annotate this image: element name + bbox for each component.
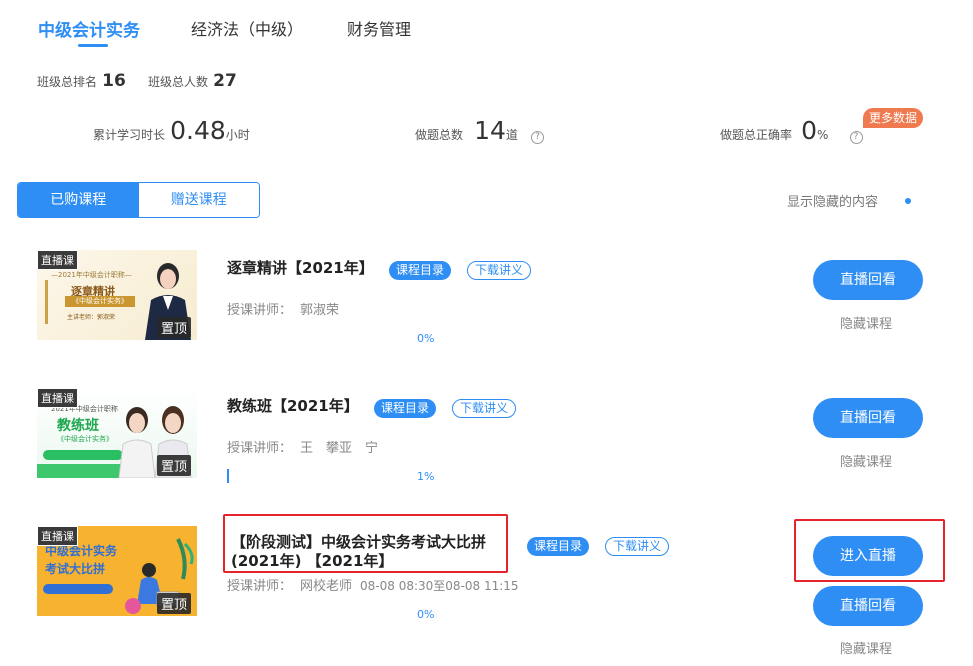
live-course-tag: 直播课 [37, 388, 78, 408]
class-size: 班级总人数 27 [148, 71, 237, 91]
show-hidden-content-label: 显示隐藏的内容 [787, 195, 879, 210]
course-title[interactable]: 【阶段测试】中级会计实务考试大比拼 (2021年) 【2021年】 [231, 533, 486, 571]
teacher-name: 网校老师 [300, 579, 353, 594]
more-data-button[interactable]: 更多数据 [863, 108, 923, 128]
live-replay-button[interactable]: 直播回看 [813, 398, 923, 438]
thumbnail-subtitle: —2021年中级会计职称— [51, 271, 132, 279]
download-handout-button[interactable]: 下载讲义 [605, 537, 670, 556]
thumbnail-subtitle: 考试大比拼 [45, 562, 106, 576]
thumbnail-title: 教练班 [57, 418, 99, 434]
thumbnail-subject: 《中级会计实务》 [57, 435, 113, 443]
course-teacher: 授课讲师： 郭淑荣 [227, 299, 339, 318]
question-count-unit: 道 [505, 128, 518, 142]
live-course-tag: 直播课 [37, 526, 78, 546]
course-title[interactable]: 教练班【2021年】 [227, 395, 359, 416]
tab-financial-management[interactable]: 财务管理 [347, 16, 411, 40]
thumbnail-banner [43, 450, 123, 460]
show-hidden-toggle[interactable] [905, 198, 911, 204]
thumbnail-decor [45, 280, 48, 324]
gifted-courses-tab[interactable]: 赠送课程 [138, 183, 259, 217]
live-time: 08-08 08:30至08-08 11:15 [360, 579, 519, 593]
question-count-value: 14 [474, 116, 506, 145]
question-count-stat: 做题总数 14道 ? [415, 116, 545, 145]
class-rank-label: 班级总排名 [37, 75, 98, 89]
download-handout-button[interactable]: 下载讲义 [452, 399, 517, 418]
class-size-label: 班级总人数 [148, 75, 209, 89]
course-teacher: 授课讲师： 王 攀亚 宁 [227, 437, 378, 456]
tab-intermediate-accounting[interactable]: 中级会计实务 [38, 16, 140, 41]
live-replay-button[interactable]: 直播回看 [813, 586, 923, 626]
thumbnail-teacher: 主讲老师：郭淑荣 [67, 314, 116, 321]
class-rank: 班级总排名 16 [37, 71, 126, 91]
progress-bar-fill [227, 469, 229, 483]
tab-economic-law[interactable]: 经济法（中级） [191, 16, 303, 40]
course-title-line1: 【阶段测试】中级会计实务考试大比拼 [231, 533, 487, 551]
hide-course-link[interactable]: 隐藏课程 [840, 638, 892, 657]
course-progress-percent: 0% [417, 608, 435, 621]
course-thumbnail[interactable]: —2021年中级会计职称— 逐章精讲 《中级会计实务》 主讲老师：郭淑荣 直播课… [37, 250, 197, 340]
course-title[interactable]: 逐章精讲【2021年】 [227, 257, 374, 278]
live-course-tag: 直播课 [37, 250, 78, 270]
purchased-courses-tab[interactable]: 已购课程 [18, 183, 139, 217]
course-title-line2: (2021年) 【2021年】 [231, 552, 394, 570]
thumbnail-subject: 《中级会计实务》 [65, 296, 135, 307]
hide-course-link[interactable]: 隐藏课程 [840, 451, 892, 470]
accuracy-value: 0 [801, 116, 818, 145]
course-thumbnail[interactable]: 中级会计实务 考试大比拼 直播课 置顶 [37, 526, 197, 616]
teacher-name: 王 攀亚 宁 [300, 441, 379, 456]
course-teacher: 授课讲师： 网校老师 08-08 08:30至08-08 11:15 [227, 575, 519, 594]
class-size-value: 27 [213, 71, 237, 91]
pin-top-button[interactable]: 置顶 [156, 593, 191, 614]
thumbnail-banner [43, 584, 113, 594]
pin-top-button[interactable]: 置顶 [156, 455, 191, 476]
course-progress-percent: 0% [417, 332, 435, 345]
course-catalog-button[interactable]: 课程目录 [389, 261, 452, 280]
pin-top-button[interactable]: 置顶 [156, 317, 191, 338]
course-type-toggle: 已购课程 赠送课程 [17, 182, 260, 218]
study-time-value: 0.48 [170, 116, 226, 145]
study-time-stat: 累计学习时长 0.48小时 [93, 116, 250, 145]
accuracy-unit: % [817, 128, 829, 142]
course-thumbnail[interactable]: 2021年中级会计职称 教练班 《中级会计实务》 直播课 置顶 [37, 388, 197, 478]
hide-course-link[interactable]: 隐藏课程 [840, 313, 892, 332]
accuracy-help-icon[interactable]: ? [849, 131, 863, 144]
study-time-label: 累计学习时长 [93, 128, 166, 142]
enter-live-button[interactable]: 进入直播 [813, 536, 923, 576]
question-help-icon[interactable]: ? [531, 131, 545, 144]
teacher-name: 郭淑荣 [300, 303, 340, 318]
course-progress-percent: 1% [417, 470, 435, 483]
class-rank-value: 16 [102, 71, 126, 91]
question-count-label: 做题总数 [415, 128, 464, 142]
teacher-label: 授课讲师： [227, 303, 293, 318]
teacher-label: 授课讲师： [227, 441, 293, 456]
download-handout-button[interactable]: 下载讲义 [467, 261, 532, 280]
active-tab-indicator [78, 44, 108, 47]
live-replay-button[interactable]: 直播回看 [813, 260, 923, 300]
teacher-label: 授课讲师： [227, 579, 293, 594]
accuracy-label: 做题总正确率 [720, 128, 793, 142]
study-time-unit: 小时 [225, 128, 250, 142]
course-catalog-button[interactable]: 课程目录 [527, 537, 590, 556]
accuracy-stat: 做题总正确率 0% ? [720, 116, 863, 145]
course-catalog-button[interactable]: 课程目录 [374, 399, 437, 418]
